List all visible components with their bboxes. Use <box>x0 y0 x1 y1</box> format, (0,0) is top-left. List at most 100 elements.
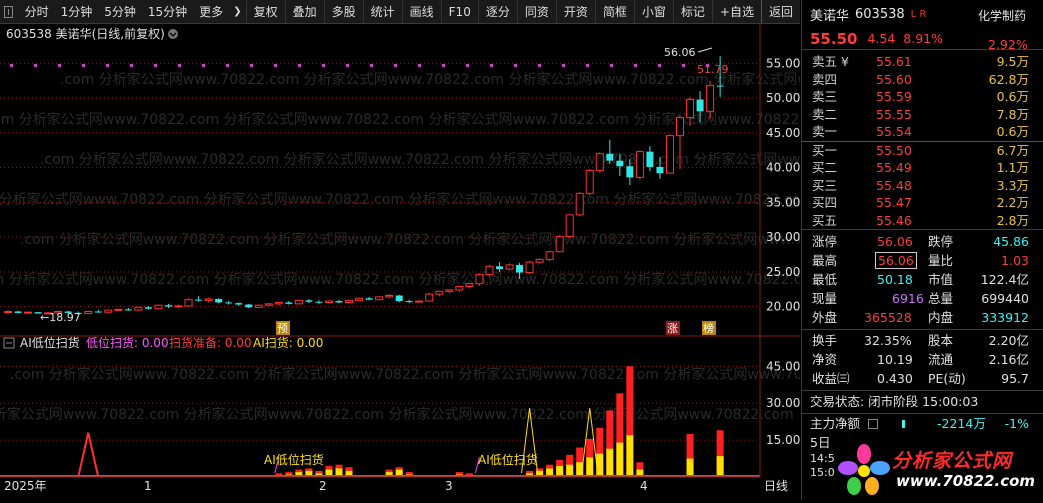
button-draw-line[interactable]: 画线 <box>401 0 441 23</box>
axis-layer: 20.00 25.00 30.00 35.00 40.00 45.00 50.00 55.00… <box>759 24 800 477</box>
candle-body <box>164 305 172 307</box>
period-1min[interactable]: 1分钟 <box>55 3 99 20</box>
ask-row-4[interactable]: 卖四 55.60 62.8万 <box>802 71 1043 89</box>
button-f10[interactable]: F10 <box>440 0 478 23</box>
signal-dot <box>658 64 661 67</box>
tick-time: 14:5 <box>810 452 835 465</box>
trade-status: 交易状态: 闭市阶段 15:00:03 <box>810 394 979 409</box>
indicator-menu-icon[interactable] <box>3 337 15 349</box>
period-more[interactable]: 更多 <box>193 3 229 20</box>
signal-dot <box>586 64 589 67</box>
signal-dot <box>34 64 37 67</box>
panel-toggle-icon[interactable] <box>4 5 13 18</box>
shares-value: 2.20亿 <box>988 333 1029 348</box>
button-small-window[interactable]: 小窗 <box>633 0 673 23</box>
button-statistics[interactable]: 统计 <box>362 0 402 23</box>
chart-title-menu-icon[interactable] <box>168 29 178 39</box>
candle-body <box>355 297 364 301</box>
signal-dot <box>634 64 637 67</box>
bid-row-5[interactable]: 买五 55.46 2.8万 <box>802 212 1043 230</box>
quote-header: 美诺华 603538 L R 化学制药 <box>802 0 1043 28</box>
candle-body <box>345 299 354 303</box>
signal-dot <box>442 64 445 67</box>
stock-code: 603538 <box>855 6 905 22</box>
bid-row-2[interactable]: 买二 55.49 1.1万 <box>802 159 1043 177</box>
button-kaizi[interactable]: 开资 <box>555 0 595 23</box>
day-label[interactable]: 5日 <box>810 434 830 452</box>
candle-body <box>294 299 303 305</box>
price-change: 4.54 <box>867 31 896 46</box>
candle-body <box>254 304 263 308</box>
button-add-watchlist[interactable]: +自选 <box>711 0 761 23</box>
bid-row-1[interactable]: 买一 55.50 6.7万 <box>802 142 1043 160</box>
indicator-bar-yellow <box>716 456 724 477</box>
signal-dot <box>10 64 13 67</box>
x-label-feb: 2 <box>319 479 327 493</box>
stock-name: 美诺华 <box>810 8 850 24</box>
candle-body <box>465 283 474 287</box>
candle-body <box>565 214 574 237</box>
button-simple-frame[interactable]: 简框 <box>594 0 634 23</box>
button-tongzi[interactable]: 同资 <box>516 0 556 23</box>
candle-body <box>525 261 534 274</box>
bid-volume: 6.7万 <box>996 142 1029 158</box>
candle-body <box>375 296 384 301</box>
button-multi-stock[interactable]: 多股 <box>323 0 363 23</box>
ask-row-2[interactable]: 卖二 55.55 7.8万 <box>802 106 1043 124</box>
signal-dot <box>370 64 373 67</box>
indicator-name: AI低位扫货 <box>20 335 80 350</box>
candle-body <box>455 285 464 291</box>
indicator-bar-yellow <box>586 457 594 477</box>
ask-price: 55.61 <box>876 54 912 69</box>
indicator-tick-label: 15.00 <box>766 433 800 447</box>
candle-body <box>676 117 685 137</box>
bid-label: 买二 <box>812 160 838 175</box>
ask-volume: 7.8万 <box>996 106 1029 122</box>
stat-row-limit: 涨停 56.06 跌停 45.86 <box>802 232 1043 251</box>
watermark-8: .com 分析家公式网www.70822.com 分析家公式网www.70822… <box>0 406 794 423</box>
period-15min[interactable]: 15分钟 <box>142 3 193 20</box>
button-overlay[interactable]: 叠加 <box>284 0 324 23</box>
candle-body <box>646 151 654 167</box>
button-fuquan[interactable]: 复权 <box>245 0 285 23</box>
candle-body <box>616 160 624 167</box>
total-vol-value: 699440 <box>981 291 1029 306</box>
kline-chart-svg[interactable]: 603538 美诺华(日线,前复权) .com 分析家公式网www.70822.… <box>0 24 914 500</box>
ask-row-1[interactable]: 卖一 55.54 0.6万 <box>802 123 1043 141</box>
chart-area[interactable]: 603538 美诺华(日线,前复权) .com 分析家公式网www.70822.… <box>0 24 914 500</box>
candle-body <box>635 151 644 178</box>
stat-row-outer: 外盘 365528 内盘 333912 <box>802 308 1043 327</box>
stat-row-high: 最高 56.06 量比 1.03 <box>802 251 1043 270</box>
marker-bang[interactable]: 榜 <box>703 321 714 335</box>
ask-price: 55.55 <box>876 106 912 122</box>
indicator-prep-value: 扫货准备: 0.00 <box>169 335 252 350</box>
main-flow-bar-icon <box>902 420 905 428</box>
industry-label[interactable]: 化学制药 <box>978 7 1026 24</box>
limit-up-value: 56.06 <box>877 234 913 249</box>
button-by-minute[interactable]: 逐分 <box>477 0 517 23</box>
high-price-label: 56.06 <box>664 46 696 59</box>
bid-row-4[interactable]: 买四 55.47 2.2万 <box>802 194 1043 212</box>
price-tick-label: 50.00 <box>766 91 800 105</box>
bid-row-3[interactable]: 买三 55.48 3.3万 <box>802 177 1043 195</box>
ask-row-5[interactable]: 卖五 ¥ 55.61 9.5万 <box>802 53 1043 71</box>
chart-title: 603538 美诺华(日线,前复权) <box>6 26 165 41</box>
marker-yu[interactable]: 预 <box>277 322 288 335</box>
current-vol-value: 6916 <box>892 291 924 306</box>
fundamentals-block: 换手 32.35% 股本 2.20亿 净资 10.19 流通 2.16亿 收益㈢… <box>802 330 1043 388</box>
marker-zhang[interactable]: 涨 <box>667 322 678 335</box>
x-label-mar: 3 <box>445 479 453 493</box>
bid-volume: 2.8万 <box>996 212 1029 228</box>
more-dropdown-icon[interactable]: ❯ <box>229 6 245 17</box>
ask-row-3[interactable]: 卖三 55.59 0.6万 <box>802 88 1043 106</box>
signal-dot <box>274 64 277 67</box>
button-mark[interactable]: 标记 <box>672 0 712 23</box>
main-flow-menu-icon[interactable] <box>868 419 878 429</box>
period-minute-chart[interactable]: 分时 <box>19 3 55 20</box>
candle-body <box>696 99 704 112</box>
period-5min[interactable]: 5分钟 <box>98 3 142 20</box>
candle-body <box>365 298 373 300</box>
button-back[interactable]: 返回 <box>760 0 800 23</box>
stat-row-current: 现量 6916 总量 699440 <box>802 289 1043 308</box>
candle-body <box>405 301 413 303</box>
